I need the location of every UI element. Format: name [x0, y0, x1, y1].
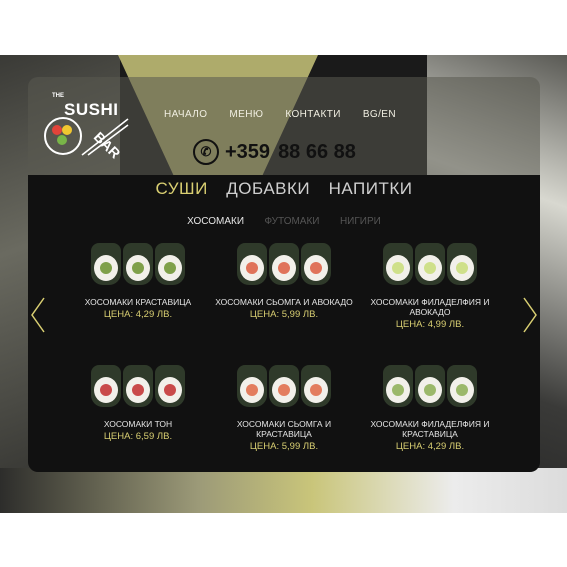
logo-red-dot [52, 125, 62, 135]
product-image [355, 243, 505, 291]
sushi-roll-icon [237, 243, 267, 285]
product-name: ХОСОМАКИ ТОН [103, 419, 173, 429]
logo-yellow-dot [62, 125, 72, 135]
nav-home[interactable]: НАЧАЛО [164, 109, 207, 120]
sushi-roll-icon [415, 365, 445, 407]
product-price: ЦЕНА: 6,59 ЛВ. [103, 431, 173, 442]
menu-panel: СУШИ ДОБАВКИ НАПИТКИ ХОСОМАКИ ФУТОМАКИ Н… [28, 175, 540, 472]
product-price: ЦЕНА: 5,99 ЛВ. [249, 441, 319, 452]
phone-icon: ✆ [193, 139, 219, 165]
product-card[interactable]: ХОСОМАКИ ТОН ЦЕНА: 6,59 ЛВ. [63, 365, 213, 442]
subcategory-tabs: ХОСОМАКИ ФУТОМАКИ НИГИРИ [28, 211, 540, 229]
sushi-roll-icon [301, 243, 331, 285]
product-name: ХОСОМАКИ ФИЛАДЕЛФИЯ И КРАСТАВИЦА [370, 419, 490, 439]
product-name: ХОСОМАКИ СЬОМГА И КРАСТАВИЦА [236, 419, 332, 439]
phone-digits: 88 66 88 [278, 140, 356, 163]
tab-sushi[interactable]: СУШИ [156, 179, 208, 198]
product-price: ЦЕНА: 4,29 ЛВ. [395, 441, 465, 452]
product-name: ХОСОМАКИ ФИЛАДЕЛФИЯ И АВОКАДО [370, 297, 490, 317]
logo-the-text: THE [52, 93, 64, 99]
chevron-left-icon[interactable] [30, 297, 46, 333]
phone-code: +359 [225, 140, 271, 163]
product-name: ХОСОМАКИ КРАСТАВИЦА [84, 297, 192, 307]
sushi-roll-icon [91, 365, 121, 407]
product-card[interactable]: ХОСОМАКИ СЬОМГА И АВОКАДО ЦЕНА: 5,99 ЛВ. [209, 243, 359, 320]
hero-background: THE SUSHI BAR НАЧАЛО МЕНЮ КОНТАКТИ BG/EN… [0, 55, 567, 513]
sushi-roll-icon [237, 365, 267, 407]
product-card[interactable]: ХОСОМАКИ ФИЛАДЕЛФИЯ И КРАСТАВИЦА ЦЕНА: 4,… [355, 365, 505, 452]
subtab-futomaki[interactable]: ФУТОМАКИ [265, 216, 320, 227]
subtab-nigiri[interactable]: НИГИРИ [340, 216, 381, 227]
product-image [355, 365, 505, 413]
nav-language[interactable]: BG/EN [363, 109, 396, 120]
product-image [209, 365, 359, 413]
phone-number[interactable]: ✆ +359 88 66 88 [193, 139, 356, 165]
tab-drinks[interactable]: НАПИТКИ [329, 179, 413, 198]
nav-menu[interactable]: МЕНЮ [229, 109, 263, 120]
sushi-roll-icon [415, 243, 445, 285]
main-nav: НАЧАЛО МЕНЮ КОНТАКТИ BG/EN [164, 109, 418, 120]
logo[interactable]: THE SUSHI BAR [40, 87, 130, 167]
product-card[interactable]: ХОСОМАКИ СЬОМГА И КРАСТАВИЦА ЦЕНА: 5,99 Л… [209, 365, 359, 452]
tab-extras[interactable]: ДОБАВКИ [226, 179, 310, 198]
subtab-hosomaki[interactable]: ХОСОМАКИ [187, 216, 244, 227]
sushi-roll-icon [269, 365, 299, 407]
logo-circle-icon [44, 117, 82, 155]
sushi-roll-icon [383, 243, 413, 285]
product-card[interactable]: ХОСОМАКИ ФИЛАДЕЛФИЯ И АВОКАДО ЦЕНА: 4,99 … [355, 243, 505, 330]
chevron-right-icon[interactable] [522, 297, 538, 333]
sushi-roll-icon [447, 365, 477, 407]
nav-contacts[interactable]: КОНТАКТИ [285, 109, 340, 120]
product-price: ЦЕНА: 5,99 ЛВ. [249, 309, 319, 320]
background-photo-bottom [0, 468, 567, 513]
sushi-roll-icon [447, 243, 477, 285]
product-image [209, 243, 359, 291]
product-price: ЦЕНА: 4,99 ЛВ. [395, 319, 465, 330]
sushi-roll-icon [269, 243, 299, 285]
logo-green-dot [57, 135, 67, 145]
product-image [63, 243, 213, 291]
sushi-roll-icon [155, 243, 185, 285]
category-tabs: СУШИ ДОБАВКИ НАПИТКИ [28, 179, 540, 199]
sushi-roll-icon [123, 365, 153, 407]
sushi-roll-icon [155, 365, 185, 407]
site-header: THE SUSHI BAR НАЧАЛО МЕНЮ КОНТАКТИ BG/EN… [28, 77, 540, 175]
product-card[interactable]: ХОСОМАКИ КРАСТАВИЦА ЦЕНА: 4,29 ЛВ. [63, 243, 213, 320]
product-price: ЦЕНА: 4,29 ЛВ. [103, 309, 173, 320]
sushi-roll-icon [91, 243, 121, 285]
product-image [63, 365, 213, 413]
sushi-roll-icon [383, 365, 413, 407]
sushi-roll-icon [123, 243, 153, 285]
sushi-roll-icon [301, 365, 331, 407]
product-name: ХОСОМАКИ СЬОМГА И АВОКАДО [215, 297, 353, 307]
